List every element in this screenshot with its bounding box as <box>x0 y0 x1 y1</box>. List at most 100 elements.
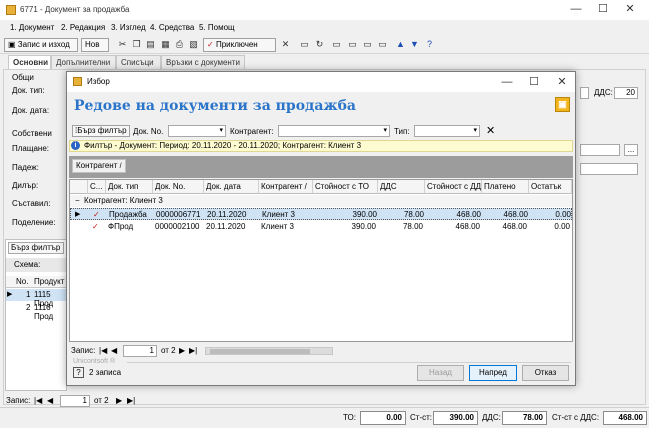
info-icon: i <box>71 141 80 150</box>
new-button[interactable]: Нов <box>81 38 109 52</box>
doc-type-field[interactable] <box>580 87 589 99</box>
col-doctype-header[interactable]: Док. тип <box>106 180 153 194</box>
nav-first-icon[interactable]: |◀ <box>99 346 107 355</box>
menu-bar: 1. Документ 2. Редакция 3. Изглед 4. Сре… <box>0 21 649 35</box>
cut-icon[interactable]: ✂ <box>117 39 128 50</box>
delete-icon[interactable]: ✕ <box>280 39 291 50</box>
cancel-button[interactable]: Отказ <box>522 365 569 381</box>
group-row[interactable]: − Контрагент: Клиент 3 <box>70 195 572 207</box>
dialog-footer: ? 2 записа Назад Напред Отказ <box>69 362 573 384</box>
dealer-label: Дилър: <box>12 181 39 190</box>
vat-field[interactable]: 20 <box>614 87 638 99</box>
back-button[interactable]: Назад <box>417 365 464 381</box>
col-paid-header[interactable]: Платено <box>482 180 529 194</box>
nav-next-icon[interactable]: ▶ <box>116 396 122 405</box>
collapse-icon[interactable]: − <box>73 195 82 207</box>
folder-icon[interactable]: ▭ <box>362 39 373 50</box>
col-value-to-header[interactable]: Стойност с ТО <box>313 180 378 194</box>
table-row[interactable]: ✓ ФПрод 0000002100 20.11.2020 Клиент 3 3… <box>70 221 572 233</box>
to-label: ТО: <box>343 413 356 422</box>
doc-icon[interactable]: ▭ <box>299 39 310 50</box>
nav-prev-icon[interactable]: ◀ <box>47 396 53 405</box>
tab-additional[interactable]: Допълнителни <box>51 55 116 69</box>
nav-first-icon[interactable]: |◀ <box>34 396 42 405</box>
nav-record-field[interactable]: 1 <box>123 345 157 357</box>
col-value-vat-header[interactable]: Стойност с ДДС <box>425 180 482 194</box>
chevron-down-icon: ▾ <box>219 127 223 134</box>
type-combo[interactable]: ▾ <box>414 125 480 137</box>
dialog-icon <box>73 77 82 86</box>
lines-row[interactable]: 2 1116 Прод <box>6 302 66 321</box>
toolbar: ▣ Запис и изход Нов ✂ ❐ ▤ ▦ ⎙ ▧ ✓ Приклю… <box>0 36 649 54</box>
docno-combo[interactable]: ▾ <box>168 125 226 137</box>
records-count: 2 записа <box>89 368 122 377</box>
dialog-close-icon[interactable]: ✕ <box>554 75 570 89</box>
menu-view[interactable]: 3. Изглед <box>111 23 146 32</box>
paste-icon[interactable]: ▤ <box>145 39 156 50</box>
help-icon[interactable]: ? <box>73 367 84 378</box>
quick-filter-button[interactable]: Бърз филтър <box>8 242 64 254</box>
dialog-title-bar: Избор — ☐ ✕ <box>67 72 575 92</box>
payment-browse-button[interactable]: ... <box>624 144 638 156</box>
doc-copy-icon[interactable]: ▭ <box>347 39 358 50</box>
record-field[interactable]: 1 <box>60 395 90 407</box>
sort-icon: / <box>304 182 307 191</box>
col-status-header[interactable]: С... <box>88 180 106 194</box>
menu-help[interactable]: 5. Помощ <box>199 23 235 32</box>
tab-document-links[interactable]: Връзки с документи <box>161 55 245 69</box>
group-tag[interactable]: Контрагент / <box>72 159 126 173</box>
menu-document[interactable]: 1. Документ <box>10 23 54 32</box>
col-rest-header[interactable]: Остатък <box>529 180 572 194</box>
doc-type-label: Док. тип: <box>12 86 45 95</box>
group-by-box: Контрагент / <box>69 156 573 178</box>
print-preview-icon[interactable]: ▦ <box>160 39 171 50</box>
dialog-minimize-icon[interactable]: — <box>499 75 515 89</box>
col-docdate-header[interactable]: Док. дата <box>204 180 259 194</box>
refresh-icon[interactable]: ↻ <box>314 39 325 50</box>
next-button[interactable]: Напред <box>469 365 517 381</box>
partner-combo[interactable]: ▾ <box>278 125 390 137</box>
menu-tools[interactable]: 4. Средства <box>150 23 194 32</box>
horizontal-scrollbar[interactable] <box>205 347 333 355</box>
save-icon: ▣ <box>8 40 18 49</box>
lines-panel: Бърз филтър Схема: No. Продукт ▶ 1 1115 … <box>5 239 67 391</box>
payment-field[interactable] <box>580 144 620 156</box>
maximize-icon[interactable]: ☐ <box>595 2 611 16</box>
tab-main[interactable]: Основни <box>8 55 51 69</box>
close-icon[interactable]: ✕ <box>622 2 638 16</box>
attach-icon[interactable]: ▭ <box>331 39 342 50</box>
table-row[interactable]: ▶ ✓ Продажба 0000006771 20.11.2020 Клиен… <box>70 208 572 220</box>
clear-filter-icon[interactable]: ✕ <box>486 124 495 137</box>
check-icon: ✓ <box>93 210 100 219</box>
dialog-maximize-icon[interactable]: ☐ <box>526 75 542 89</box>
open-icon[interactable]: ▭ <box>377 39 388 50</box>
scrollbar-thumb[interactable] <box>210 349 310 354</box>
tab-lists[interactable]: Списъци <box>116 55 161 69</box>
menu-edit[interactable]: 2. Редакция <box>61 23 105 32</box>
col-docno-header[interactable]: Док. No. <box>153 180 204 194</box>
dialog-quick-filter-button[interactable]: ⁞Бърз филтър <box>72 125 130 137</box>
arrow-down-icon[interactable]: ▼ <box>409 39 420 50</box>
pledge-field[interactable] <box>580 163 638 175</box>
minimize-icon[interactable]: — <box>568 2 584 16</box>
export-icon[interactable]: ▧ <box>188 39 199 50</box>
copy-icon[interactable]: ❐ <box>131 39 142 50</box>
save-exit-button[interactable]: ▣ Запис и изход <box>4 38 78 52</box>
nav-prev-icon[interactable]: ◀ <box>111 346 117 355</box>
record-label: Запис: <box>6 396 31 405</box>
arrow-up-icon[interactable]: ▲ <box>395 39 406 50</box>
nav-last-icon[interactable]: ▶| <box>189 346 197 355</box>
col-vat-header[interactable]: ДДС <box>378 180 425 194</box>
post-toggle-button[interactable]: ✓ Приключен <box>203 38 276 52</box>
nav-last-icon[interactable]: ▶| <box>127 396 135 405</box>
vat-total-label: ДДС: <box>482 413 501 422</box>
lines-row[interactable]: ▶ 1 1115 Прод <box>6 289 66 308</box>
print-icon[interactable]: ⎙ <box>174 39 185 50</box>
help-icon[interactable]: ? <box>424 39 435 50</box>
documents-grid: С... Док. тип Док. No. Док. дата Контраг… <box>69 179 573 342</box>
nav-next-icon[interactable]: ▶ <box>179 346 185 355</box>
settings-icon[interactable]: ▣ <box>555 97 570 112</box>
chevron-down-icon: ▾ <box>383 127 387 134</box>
record-of: от 2 <box>94 396 109 405</box>
col-partner-header[interactable]: Контрагент / <box>259 180 313 194</box>
